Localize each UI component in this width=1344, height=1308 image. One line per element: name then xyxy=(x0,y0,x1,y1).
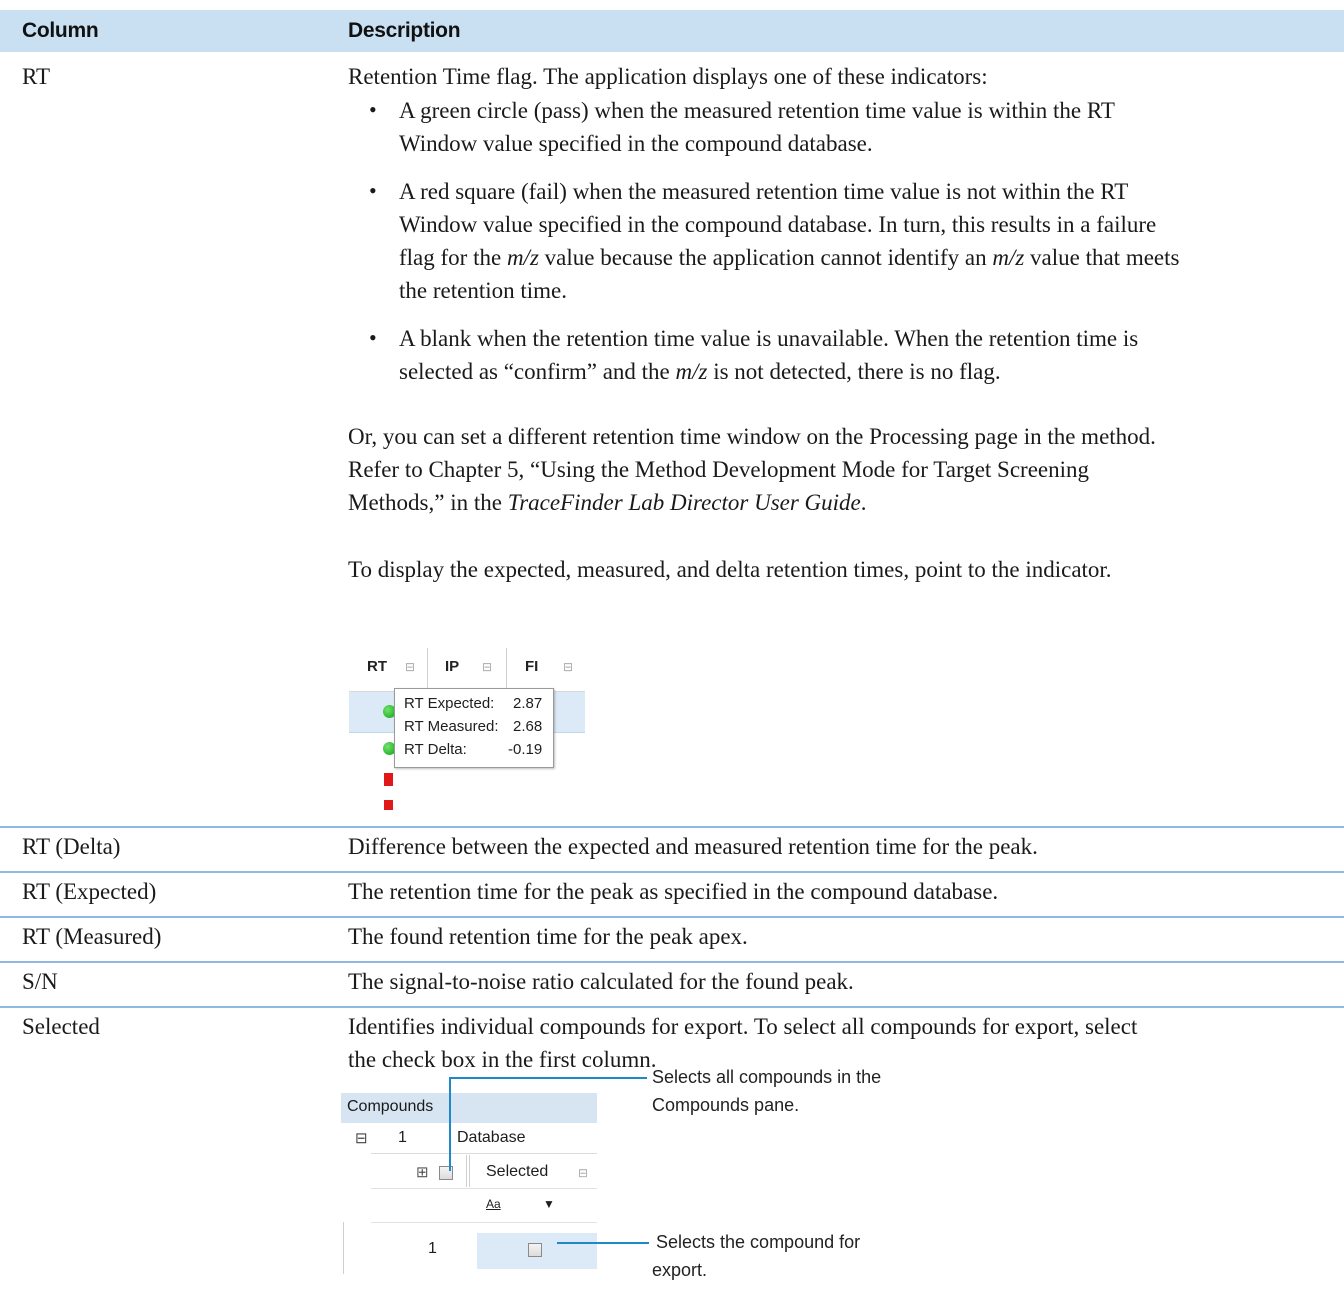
grid-line xyxy=(371,1222,597,1223)
grid-column-header: RT ⊟ IP ⊟ FI ⊟ xyxy=(349,646,585,692)
tooltip-measured-label: RT Measured: xyxy=(404,718,499,735)
rt-bullet2-line3: flag for the m/z value because the appli… xyxy=(399,245,1180,270)
tooltip-delta-label: RT Delta: xyxy=(404,741,467,758)
column-divider xyxy=(469,1155,470,1187)
callout-select-all-line1: Selects all compounds in the xyxy=(652,1067,882,1087)
row-divider xyxy=(0,916,1344,918)
compound-select-checkbox[interactable] xyxy=(528,1243,542,1257)
rt-bullet2-line2: Window value specified in the compound d… xyxy=(399,212,1157,237)
row-description: Difference between the expected and meas… xyxy=(348,834,1038,859)
grid-line xyxy=(371,1153,597,1154)
rt-para1-line3: Methods,” in the TraceFinder Lab Directo… xyxy=(348,490,867,515)
column-selected[interactable]: Selected xyxy=(486,1163,548,1181)
rt-indicator-screenshot: RT ⊟ IP ⊟ FI ⊟ RT Expected: 2.87 RT Meas… xyxy=(349,646,586,811)
compounds-pane-title: Compounds xyxy=(341,1093,597,1123)
database-group-label: Database xyxy=(457,1129,526,1146)
group-row-number: 1 xyxy=(398,1129,407,1146)
column-ip[interactable]: IP xyxy=(445,658,459,675)
filter-match-case-icon[interactable]: Aa xyxy=(486,1197,501,1211)
red-square-fail-icon[interactable] xyxy=(384,800,393,810)
callout-line xyxy=(449,1078,451,1171)
column-fi[interactable]: FI xyxy=(525,658,538,675)
row-name: RT (Measured) xyxy=(22,924,162,949)
row-name: RT (Delta) xyxy=(22,834,121,859)
rt-para1-line1: Or, you can set a different retention ti… xyxy=(348,424,1156,449)
row-name: S/N xyxy=(22,969,58,994)
column-divider xyxy=(466,1155,467,1187)
tooltip-measured-value: 2.68 xyxy=(513,718,543,735)
pin-icon[interactable]: ⊟ xyxy=(563,660,573,674)
header-column: Column xyxy=(22,19,99,42)
pin-icon[interactable]: ⊟ xyxy=(578,1166,588,1180)
compounds-pane-label: Compounds xyxy=(347,1098,434,1115)
row-divider xyxy=(0,1006,1344,1008)
row-divider xyxy=(0,871,1344,873)
row-divider xyxy=(0,961,1344,963)
column-rt[interactable]: RT xyxy=(367,658,387,675)
filter-dropdown-icon[interactable]: ▼ xyxy=(543,1197,555,1211)
callout-line xyxy=(557,1242,649,1244)
rt-bullet3-line1: A blank when the retention time value is… xyxy=(399,326,1139,351)
rt-bullet3-line2: selected as “confirm” and the m/z is not… xyxy=(399,359,1001,384)
tooltip-expected-value: 2.87 xyxy=(513,695,543,712)
row-description: The retention time for the peak as speci… xyxy=(348,879,999,904)
tooltip-expected-label: RT Expected: xyxy=(404,695,495,712)
compounds-pane-screenshot: Compounds ⊟ 1 Database ⊞ Selected ⊟ Aa ▼… xyxy=(341,1093,601,1293)
rt-bullet1-line1: A green circle (pass) when the measured … xyxy=(399,98,1115,123)
selected-desc-line1: Identifies individual compounds for expo… xyxy=(348,1014,1138,1039)
rt-para1-line2: Refer to Chapter 5, “Using the Method De… xyxy=(348,457,1090,482)
red-square-fail-icon[interactable] xyxy=(384,773,393,786)
pin-icon[interactable]: ⊟ xyxy=(405,660,415,674)
row-name-selected: Selected xyxy=(22,1014,100,1039)
grid-line xyxy=(371,1188,597,1189)
row-description: The found retention time for the peak ap… xyxy=(348,924,748,949)
field-chooser-icon[interactable]: ⊞ xyxy=(416,1163,429,1181)
header-description: Description xyxy=(348,19,461,42)
compound-row-number: 1 xyxy=(428,1240,437,1257)
bullet: • xyxy=(369,97,377,122)
tooltip-delta-value: -0.19 xyxy=(508,741,543,758)
row-name-rt: RT xyxy=(22,64,51,89)
callout-select-one-line1: Selects the compound for xyxy=(656,1232,861,1252)
column-divider xyxy=(427,648,428,690)
retention-time-tooltip: RT Expected: 2.87 RT Measured: 2.68 RT D… xyxy=(394,688,554,768)
row-name: RT (Expected) xyxy=(22,879,157,904)
callout-select-one-line2: export. xyxy=(652,1260,708,1280)
rt-intro: Retention Time flag. The application dis… xyxy=(348,64,988,89)
rt-bullet2-line1: A red square (fail) when the measured re… xyxy=(399,179,1129,204)
bullet: • xyxy=(369,178,377,203)
rt-para2: To display the expected, measured, and d… xyxy=(348,557,1112,582)
row-description: The signal-to-noise ratio calculated for… xyxy=(348,969,854,994)
rt-bullet2-line4: the retention time. xyxy=(399,278,567,303)
callout-select-all-line2: Compounds pane. xyxy=(652,1095,800,1115)
grid-border xyxy=(343,1222,344,1274)
row-divider xyxy=(0,826,1344,828)
column-divider xyxy=(506,648,507,690)
bullet: • xyxy=(369,325,377,350)
collapse-expander-icon[interactable]: ⊟ xyxy=(355,1129,368,1147)
callout-line xyxy=(449,1077,647,1079)
table-header: Column Description xyxy=(0,10,1344,52)
rt-bullet1-line2: Window value specified in the compound d… xyxy=(399,131,873,156)
pin-icon[interactable]: ⊟ xyxy=(482,660,492,674)
